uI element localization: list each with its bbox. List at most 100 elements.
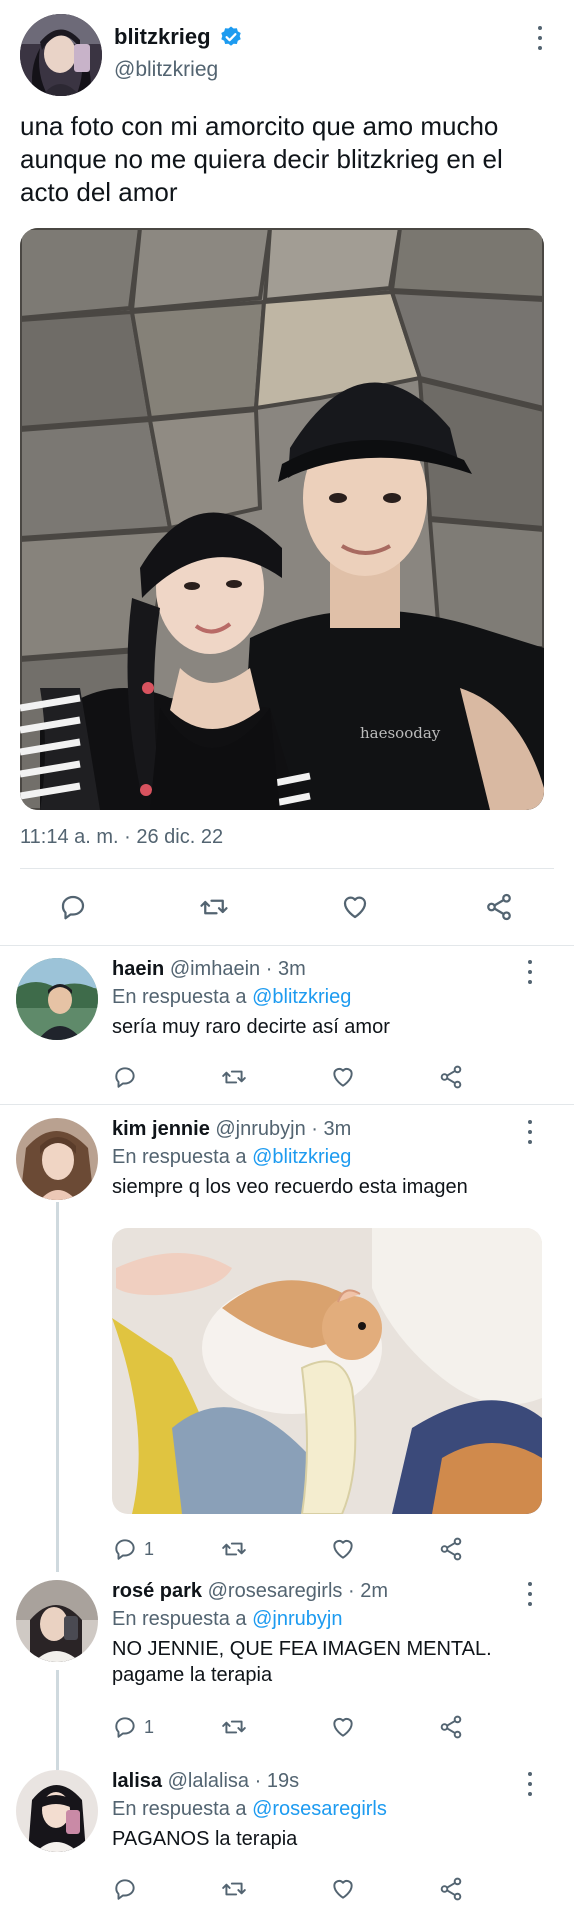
replying-to: En respuesta a @blitzkrieg [112,986,351,1009]
avatar[interactable] [16,958,98,1040]
reply-button[interactable] [58,892,88,922]
tweet-time[interactable]: 11:14 a. m. [20,826,119,848]
retweet-button[interactable] [220,1536,248,1562]
more-icon[interactable] [520,1772,540,1796]
meta-separator: · [124,826,131,848]
dot-separator: · [265,958,273,980]
retweet-button[interactable] [198,892,230,922]
display-name[interactable]: kim jennie [112,1118,210,1140]
like-button[interactable] [330,1064,356,1090]
replying-to: En respuesta a @jnrubyjn [112,1608,342,1631]
dot-separator: · [254,1770,262,1792]
dot-separator: · [311,1118,318,1140]
tweet-text: una foto con mi amorcito que amo mucho a… [20,111,503,207]
replying-prefix: En respuesta a [112,1608,247,1630]
main-tweet: blitzkrieg @blitzkrieg una foto con mi a… [0,0,574,946]
retweet-button[interactable] [220,1064,248,1090]
reply-tweet[interactable]: rosé park @rosesaregirls · 2m En respues… [0,1578,574,1768]
avatar[interactable] [16,1118,98,1200]
reply-tweet[interactable]: lalisa @lalalisa · 19s En respuesta a @r… [0,1766,574,1920]
display-name[interactable]: rosé park [112,1580,202,1602]
divider [20,868,554,869]
reply-icon [115,1539,135,1560]
reply-text: siempre q los veo recuerdo esta imagen [112,1176,468,1198]
replying-prefix: En respuesta a [112,1798,247,1820]
avatar[interactable] [16,1580,98,1662]
more-icon[interactable] [520,1582,540,1606]
handle[interactable]: @jnrubyjn [215,1118,305,1140]
retweet-icon [222,1720,246,1734]
retweet-icon [222,1070,246,1084]
share-icon [487,893,511,921]
reply-button[interactable]: 1 [112,1714,154,1740]
more-icon[interactable] [530,26,550,50]
handle[interactable]: @blitzkrieg [114,58,218,82]
reply-time[interactable]: 19s [267,1770,299,1792]
mention-link[interactable]: @jnrubyjn [252,1608,342,1630]
like-button[interactable] [330,1714,356,1740]
mention-link[interactable]: @blitzkrieg [252,1146,351,1168]
reply-time[interactable]: 2m [360,1580,388,1602]
tweet-photo[interactable]: haesooday [20,228,544,810]
replying-to: En respuesta a @blitzkrieg [112,1146,351,1169]
more-icon[interactable] [520,960,540,984]
mention-link[interactable]: @blitzkrieg [252,986,351,1008]
heart-icon [333,1879,353,1899]
display-name-row[interactable]: blitzkrieg [114,24,243,50]
reply-text: sería muy raro decirte así amor [112,1016,390,1038]
reply-text: PAGANOS la terapia [112,1828,298,1850]
reply-count: 1 [144,1538,155,1559]
tweet-date[interactable]: 26 dic. 22 [136,826,223,848]
display-name[interactable]: blitzkrieg [114,24,211,50]
reply-tweet[interactable]: kim jennie @jnrubyjn · 3m En respuesta a… [0,1108,574,1578]
share-icon [440,1537,462,1561]
share-icon [440,1065,462,1089]
retweet-button[interactable] [220,1876,248,1902]
reply-button[interactable]: 1 [112,1536,154,1562]
like-button[interactable] [330,1536,356,1562]
share-button[interactable] [438,1876,464,1902]
heart-icon [333,1067,353,1087]
reply-icon [115,1879,135,1900]
reply-button[interactable] [112,1064,144,1090]
divider [0,1104,574,1105]
avatar[interactable] [20,14,102,96]
display-name[interactable]: lalisa [112,1770,162,1792]
retweet-icon [200,899,228,915]
reply-header: rosé park @rosesaregirls · 2m [112,1580,388,1603]
reply-header: haein @imhaein · 3m [112,958,306,981]
heart-icon [333,1717,353,1737]
mention-link[interactable]: @rosesaregirls [252,1798,387,1820]
replying-to: En respuesta a @rosesaregirls [112,1798,387,1821]
share-button[interactable] [438,1536,464,1562]
photo-watermark: haesooday [360,724,441,742]
reply-text: NO JENNIE, QUE FEA IMAGEN MENTAL. pagame… [112,1638,492,1686]
retweet-button[interactable] [220,1714,248,1740]
reply-tweet[interactable]: haein @imhaein · 3m En respuesta a @blit… [0,948,574,1104]
dot-separator: · [347,1580,355,1602]
display-name[interactable]: haein [112,958,164,980]
more-icon[interactable] [520,1120,540,1144]
handle[interactable]: @imhaein [170,958,260,980]
handle[interactable]: @lalalisa [168,1770,249,1792]
handle[interactable]: @rosesaregirls [208,1580,343,1602]
like-button[interactable] [330,1876,356,1902]
verified-icon [220,26,241,46]
avatar[interactable] [16,1770,98,1852]
tweet-actions [0,882,574,932]
reply-time[interactable]: 3m [324,1118,352,1140]
share-button[interactable] [438,1064,464,1090]
tweet-timestamp[interactable]: 11:14 a. m. · 26 dic. 22 [20,826,223,849]
heart-icon [333,1539,353,1559]
reply-button[interactable] [112,1876,144,1902]
reply-count: 1 [144,1716,155,1737]
share-icon [440,1715,462,1739]
like-button[interactable] [340,892,370,922]
share-button[interactable] [438,1714,464,1740]
retweet-icon [222,1882,246,1896]
reply-photo[interactable] [112,1228,542,1514]
share-button[interactable] [484,892,514,922]
replying-prefix: En respuesta a [112,1146,247,1168]
reply-time[interactable]: 3m [278,958,306,980]
reply-icon [61,895,85,920]
